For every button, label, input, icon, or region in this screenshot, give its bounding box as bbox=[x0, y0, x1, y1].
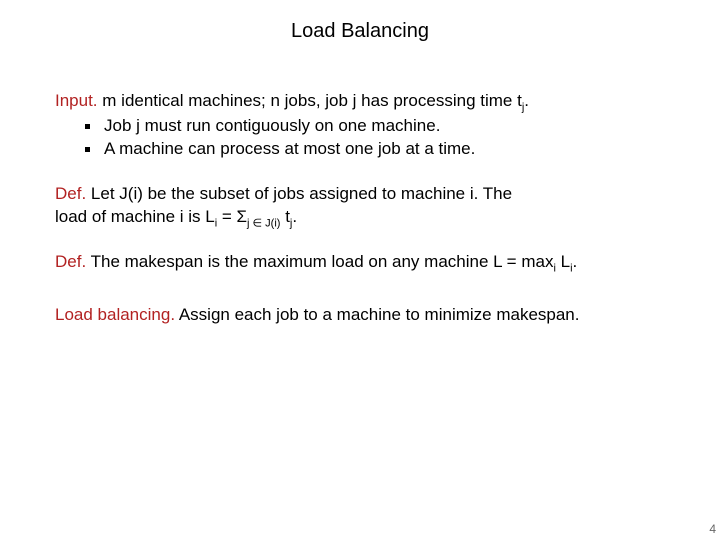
def1-line1: Let J(i) be the subset of jobs assigned … bbox=[91, 184, 512, 203]
def2-block: Def. The makespan is the maximum load on… bbox=[55, 251, 675, 274]
input-block: Input. m identical machines; n jobs, job… bbox=[55, 90, 675, 161]
slide-body: Input. m identical machines; n jobs, job… bbox=[55, 90, 675, 349]
input-tail: . bbox=[524, 91, 529, 110]
def1-lead: Def. bbox=[55, 184, 86, 203]
def1-l2b: = Σ bbox=[217, 207, 247, 226]
input-text: m identical machines; n jobs, job j has … bbox=[102, 91, 529, 110]
lb-text: Assign each job to a machine to minimize… bbox=[179, 305, 580, 324]
bullet-icon bbox=[85, 147, 90, 152]
list-item: Job j must run contiguously on one machi… bbox=[85, 115, 675, 138]
list-item: A machine can process at most one job at… bbox=[85, 138, 675, 161]
slide: Load Balancing Input. m identical machin… bbox=[0, 0, 720, 540]
def1-l2a: load of machine i is L bbox=[55, 207, 215, 226]
def1-line2: load of machine i is Li = Σj ∈ J(i) tj. bbox=[55, 207, 297, 226]
def1-l2d: . bbox=[292, 207, 297, 226]
def1-l2c: t bbox=[280, 207, 289, 226]
lb-block: Load balancing. Assign each job to a mac… bbox=[55, 304, 675, 327]
def1-block: Def. Let J(i) be the subset of jobs assi… bbox=[55, 183, 675, 229]
slide-title: Load Balancing bbox=[0, 20, 720, 43]
input-lead: Input. bbox=[55, 91, 98, 110]
def2-c: . bbox=[573, 252, 578, 271]
bullet-text: A machine can process at most one job at… bbox=[104, 138, 475, 161]
def2-b: L bbox=[556, 252, 570, 271]
def1-l2b-sub: j ∈ J(i) bbox=[247, 217, 280, 229]
def2-text: The makespan is the maximum load on any … bbox=[91, 252, 578, 271]
bullet-icon bbox=[85, 124, 90, 129]
lb-lead: Load balancing. bbox=[55, 305, 175, 324]
def2-a: The makespan is the maximum load on any … bbox=[91, 252, 554, 271]
page-number: 4 bbox=[709, 522, 716, 536]
bullet-text: Job j must run contiguously on one machi… bbox=[104, 115, 440, 138]
def2-lead: Def. bbox=[55, 252, 86, 271]
input-main: m identical machines; n jobs, job j has … bbox=[102, 91, 522, 110]
input-bullets: Job j must run contiguously on one machi… bbox=[85, 115, 675, 161]
